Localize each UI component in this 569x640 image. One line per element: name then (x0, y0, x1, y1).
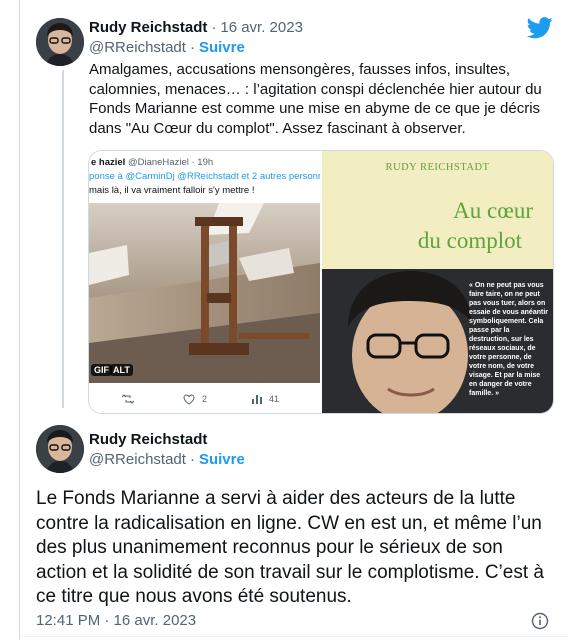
media-grid[interactable]: e haziel @DianeHaziel · 19h ponse à @Car… (88, 150, 554, 414)
separator-dot: · (211, 19, 217, 36)
views-icon[interactable] (251, 394, 263, 404)
embedded-screenshot[interactable]: e haziel @DianeHaziel · 19h ponse à @Car… (89, 151, 320, 413)
avatar[interactable] (36, 18, 84, 66)
book-title-line2: du complot (417, 228, 522, 253)
tweet2-header: Rudy Reichstadt (89, 431, 207, 449)
twitter-bird-icon[interactable] (527, 17, 553, 39)
tweet1-header: Rudy Reichstadt · 16 avr. 2023 (89, 19, 303, 37)
retweet-icon[interactable] (122, 394, 134, 404)
tweet1-subheader: @RReichstadt · Suivre (89, 39, 245, 57)
book-title-line1: Au cœur (453, 198, 533, 223)
tweet-text: Le Fonds Marianne a servi à aider des ac… (36, 488, 544, 607)
gif-badge: GIF (91, 364, 112, 376)
book-quote: « On ne peut pas vous faire taire, on ne… (469, 282, 548, 397)
guillotine-gif[interactable] (89, 203, 320, 383)
divider (19, 636, 568, 637)
embedded-reply-line: ponse à @CarminDj @RReichstadt et 2 autr… (89, 171, 320, 182)
author-handle[interactable]: @RReichstadt (89, 451, 186, 468)
view-count: 41 (269, 394, 280, 404)
tweet-date[interactable]: 16 avr. 2023 (220, 19, 303, 36)
embedded-time: 19h (197, 157, 214, 168)
embedded-action-bar: 2 41 (89, 386, 320, 413)
book-author: RUDY REICHSTADT (385, 162, 490, 173)
avatar-photo (36, 18, 84, 66)
thread-line (62, 70, 64, 408)
author-name[interactable]: Rudy Reichstadt (89, 19, 207, 36)
embedded-name: e haziel (91, 157, 126, 168)
like-count: 2 (202, 394, 208, 404)
avatar[interactable] (36, 425, 84, 473)
tweet2-subheader: @RReichstadt · Suivre (89, 451, 245, 469)
info-icon[interactable] (531, 612, 549, 630)
alt-badge[interactable]: ALT (110, 364, 133, 376)
heart-icon[interactable] (183, 394, 195, 405)
tweet-timestamp[interactable]: 12:41 PM · 16 avr. 2023 (36, 612, 196, 629)
avatar-photo (36, 425, 84, 473)
book-cover-image[interactable]: RUDY REICHSTADT Au cœur du complot « On … (322, 151, 553, 413)
author-name[interactable]: Rudy Reichstadt (89, 431, 207, 448)
follow-button[interactable]: Suivre (199, 451, 245, 468)
separator-dot: · (189, 451, 195, 468)
tweet-text: Amalgames, accusations mensongères, faus… (89, 61, 542, 137)
separator-dot: · (189, 39, 195, 56)
follow-button[interactable]: Suivre (199, 39, 245, 56)
embedded-header: e haziel @DianeHaziel · 19h (91, 157, 214, 168)
embedded-handle: @DianeHaziel (127, 157, 189, 168)
author-handle[interactable]: @RReichstadt (89, 39, 186, 56)
embedded-text: mais là, il va vraiment falloir s'y mett… (89, 185, 255, 196)
